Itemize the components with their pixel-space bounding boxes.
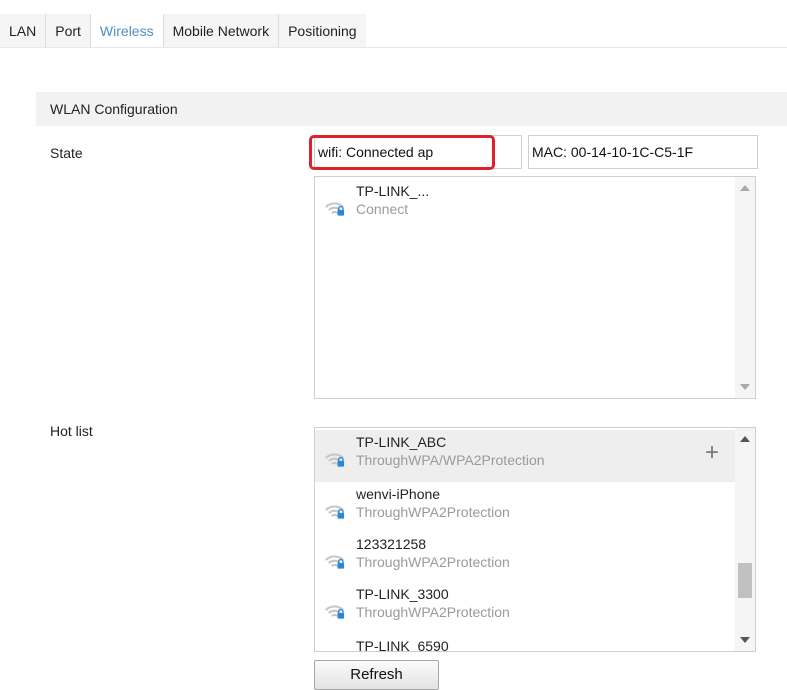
network-ssid: TP-LINK_6590 [356,638,449,652]
scrollbar[interactable] [735,428,755,651]
network-security: ThroughWPA2Protection [356,604,510,620]
state-label: State [50,145,83,161]
network-security: ThroughWPA2Protection [356,504,510,520]
scrollbar[interactable] [735,177,755,398]
list-item[interactable]: TP-LINK_ABC ThroughWPA/WPA2Protection + [315,430,737,482]
tab-divider [0,47,787,48]
wifi-lock-icon [325,600,347,620]
list-item[interactable]: TP-LINK_... Connect [315,179,737,231]
network-security: ThroughWPA2Protection [356,554,510,570]
wifi-status-field: wifi: Connected ap [314,135,522,169]
network-ssid: TP-LINK_ABC [356,434,447,450]
section-header: WLAN Configuration [36,92,787,126]
wifi-lock-icon [325,550,347,570]
wifi-lock-icon [325,448,347,468]
wifi-lock-icon [325,197,347,217]
network-ssid: TP-LINK_3300 [356,586,449,602]
mac-address-field: MAC: 00-14-10-1C-C5-1F [528,135,758,169]
tab-bar: LAN Port Wireless Mobile Network Positio… [0,14,366,48]
wifi-lock-icon [325,500,347,520]
list-item[interactable]: wenvi-iPhone ThroughWPA2Protection [315,482,737,534]
refresh-button[interactable]: Refresh [314,660,439,690]
hot-list-label: Hot list [50,423,93,439]
list-item[interactable]: 123321258 ThroughWPA2Protection [315,532,737,584]
tab-positioning[interactable]: Positioning [279,14,366,48]
connected-network-list[interactable]: TP-LINK_... Connect [314,176,756,399]
tab-lan[interactable]: LAN [0,14,47,48]
scroll-up-arrow-icon[interactable] [740,436,750,442]
tab-mobile-network[interactable]: Mobile Network [164,14,280,48]
network-status: Connect [356,201,409,217]
list-item[interactable]: TP-LINK_3300 ThroughWPA2Protection [315,582,737,634]
list-item[interactable]: TP-LINK_6590 [315,634,737,652]
network-security: ThroughWPA/WPA2Protection [356,452,545,468]
scroll-down-arrow-icon[interactable] [740,384,750,390]
scroll-up-arrow-icon[interactable] [740,185,750,191]
hot-network-list[interactable]: TP-LINK_ABC ThroughWPA/WPA2Protection + … [314,427,756,652]
tab-port[interactable]: Port [46,14,91,48]
network-ssid: 123321258 [356,536,427,552]
add-network-icon[interactable]: + [701,441,723,465]
scrollbar-thumb[interactable] [738,563,752,598]
section-title: WLAN Configuration [50,101,178,117]
tab-wireless[interactable]: Wireless [90,14,164,48]
network-ssid: TP-LINK_... [356,183,430,199]
network-ssid: wenvi-iPhone [356,486,441,502]
scroll-down-arrow-icon[interactable] [740,637,750,643]
